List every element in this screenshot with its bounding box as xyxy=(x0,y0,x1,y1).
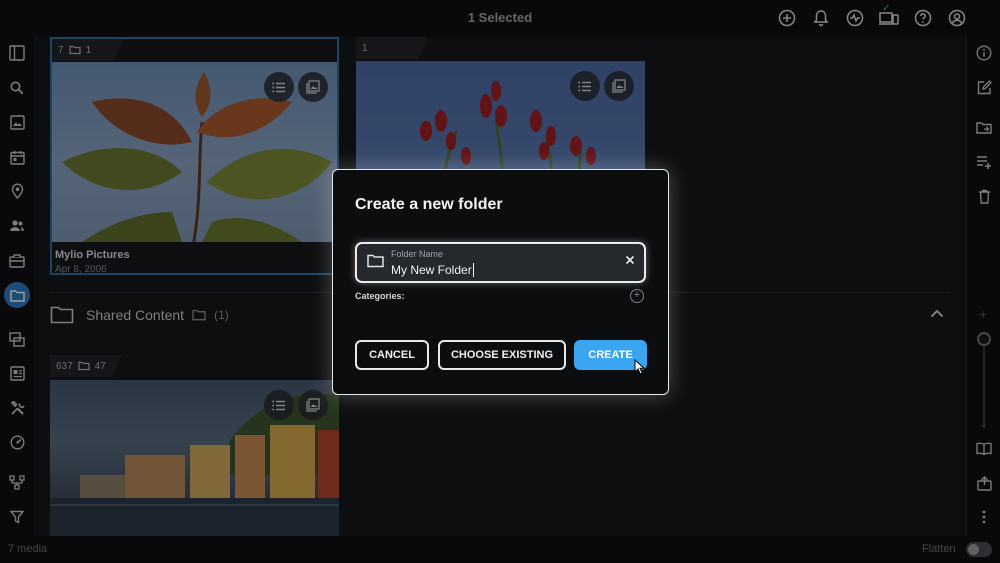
mouse-cursor-icon xyxy=(634,359,645,375)
categories-label: Categories: xyxy=(355,291,405,301)
clear-icon[interactable] xyxy=(625,255,635,265)
folder-icon xyxy=(367,254,384,268)
cancel-button[interactable]: CANCEL xyxy=(355,340,429,370)
add-category-icon[interactable]: + xyxy=(630,289,644,303)
dialog-title: Create a new folder xyxy=(355,196,503,213)
field-label: Folder Name xyxy=(391,249,444,259)
create-folder-dialog: Create a new folder Folder Name My New F… xyxy=(332,169,669,395)
folder-name-input[interactable]: My New Folder xyxy=(391,263,474,277)
choose-existing-button[interactable]: CHOOSE EXISTING xyxy=(438,340,566,370)
folder-name-field[interactable]: Folder Name My New Folder xyxy=(355,242,646,283)
